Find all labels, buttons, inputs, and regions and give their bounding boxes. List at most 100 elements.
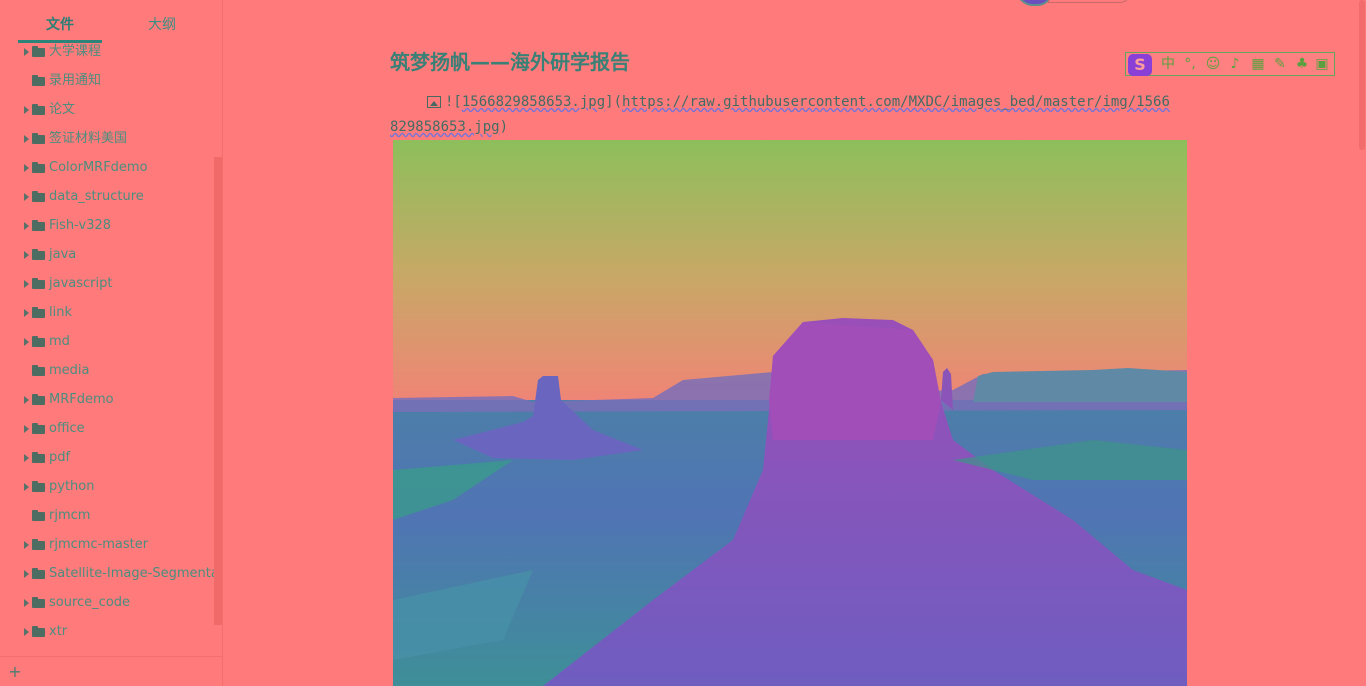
sidebar-folder-item[interactable]: javascript [0, 269, 214, 298]
folder-icon [32, 278, 45, 289]
folder-label: md [49, 334, 70, 349]
folder-icon [32, 423, 45, 434]
expand-arrow-icon[interactable] [24, 48, 29, 56]
folder-label: data_structure [49, 189, 144, 204]
sidebar-folder-item[interactable]: pdf [0, 443, 214, 472]
folder-icon [32, 365, 45, 376]
folder-icon [32, 46, 45, 57]
editor-scrollbar-thumb[interactable] [1359, 0, 1365, 150]
tab-outline[interactable]: 大纲 [120, 14, 204, 38]
expand-arrow-icon[interactable] [24, 193, 29, 201]
folder-label: rjmcmc-master [49, 537, 149, 552]
expand-arrow-icon[interactable] [24, 541, 29, 549]
expand-arrow-icon[interactable] [24, 106, 29, 114]
folder-label: java [49, 247, 77, 262]
expand-arrow-icon[interactable] [24, 599, 29, 607]
sidebar-folder-item[interactable]: data_structure [0, 182, 214, 211]
sidebar-folder-item[interactable]: source_code [0, 588, 214, 617]
folder-icon [32, 626, 45, 637]
mic-icon[interactable]: ♪ [1226, 55, 1244, 73]
folder-label: office [49, 421, 85, 436]
image-url-continued[interactable]: 829858653.jpg [390, 119, 500, 135]
image-markdown-source[interactable]: ![1566829858653.jpg](https://raw.githubu… [390, 90, 1190, 140]
sidebar-folder-item[interactable]: MRFdemo [0, 385, 214, 414]
sidebar-folder-item[interactable]: office [0, 414, 214, 443]
sidebar-scrollbar-thumb[interactable] [214, 157, 222, 625]
expand-arrow-icon[interactable] [24, 280, 29, 288]
sidebar-folder-item[interactable]: md [0, 327, 214, 356]
sidebar-folder-item[interactable]: 签证材料美国 [0, 124, 214, 153]
ime-toolbar[interactable]: S 中 °, ☺ ♪ ▦ ✎ ♣ ▣ [1125, 52, 1335, 76]
folder-icon [32, 133, 45, 144]
folder-label: link [49, 305, 72, 320]
folder-icon [32, 539, 45, 550]
sidebar-folder-item[interactable]: xtr [0, 617, 214, 646]
sidebar-folder-item[interactable]: 录用通知 [0, 66, 214, 95]
image-alt-text[interactable]: 1566829858653.jpg [462, 94, 605, 110]
expand-arrow-icon[interactable] [24, 309, 29, 317]
expand-arrow-icon[interactable] [24, 251, 29, 259]
folder-icon [32, 452, 45, 463]
image-url[interactable]: https://raw.githubusercontent.com/MXDC/i… [622, 94, 1170, 110]
editor-area[interactable]: 筑梦扬帆——海外研学报告 ![1566829858653.jpg](https:… [223, 0, 1366, 686]
sidebar-folder-item[interactable]: link [0, 298, 214, 327]
folder-icon [32, 481, 45, 492]
skin-icon[interactable]: ♣ [1292, 55, 1312, 73]
widget-pill [1048, 0, 1130, 3]
sidebar-folder-item[interactable]: python [0, 472, 214, 501]
folder-label: python [49, 479, 95, 494]
folder-label: media [49, 363, 90, 378]
expand-arrow-icon[interactable] [24, 135, 29, 143]
image-icon [427, 96, 441, 108]
folder-icon [32, 597, 45, 608]
folder-icon [32, 220, 45, 231]
folder-label: ColorMRFdemo [49, 160, 148, 175]
plus-icon[interactable]: + [8, 664, 22, 680]
folder-label: pdf [49, 450, 71, 465]
document-heading[interactable]: 筑梦扬帆——海外研学报告 [390, 46, 630, 75]
expand-arrow-icon[interactable] [24, 396, 29, 404]
folder-icon [32, 394, 45, 405]
sidebar-folder-item[interactable]: rjmcmc-master [0, 530, 214, 559]
sidebar-folder-item[interactable]: Satellite-Image-Segmentat [0, 559, 214, 588]
md-bracket-paren: ]( [605, 94, 623, 110]
sidebar-folder-item[interactable]: rjmcm [0, 501, 214, 530]
expand-arrow-icon[interactable] [24, 570, 29, 578]
sidebar: 文件 大纲 大学课程录用通知论文 签证材料美国 ColorMRFdemo data_s… [0, 0, 223, 686]
lang-toggle[interactable]: 中 [1158, 55, 1178, 73]
folder-icon [32, 307, 45, 318]
keyboard-icon[interactable]: ▦ [1248, 55, 1268, 73]
expand-arrow-icon[interactable] [24, 628, 29, 636]
folder-label: rjmcm [49, 508, 91, 523]
handwriting-icon[interactable]: ✎ [1270, 55, 1290, 73]
tab-files[interactable]: 文件 [18, 14, 102, 38]
expand-arrow-icon[interactable] [24, 164, 29, 172]
sidebar-folder-item[interactable]: 论文 [0, 95, 214, 124]
folder-label: 录用通知 [49, 73, 102, 88]
sidebar-folder-item[interactable]: Fish-v328 [0, 211, 214, 240]
expand-arrow-icon[interactable] [24, 483, 29, 491]
expand-arrow-icon[interactable] [24, 222, 29, 230]
folder-icon [32, 191, 45, 202]
folder-icon [32, 510, 45, 521]
sidebar-folder-item[interactable]: media [0, 356, 214, 385]
sidebar-folder-item[interactable]: java [0, 240, 214, 269]
folder-label: source_code [49, 595, 131, 610]
typora-window: 文件 大纲 大学课程录用通知论文 签证材料美国 ColorMRFdemo data_s… [0, 0, 1366, 686]
sogou-logo[interactable]: S [1128, 54, 1152, 76]
expand-arrow-icon[interactable] [24, 454, 29, 462]
sidebar-folder-item[interactable]: ColorMRFdemo [0, 153, 214, 182]
floating-widget[interactable] [1012, 0, 1132, 6]
folder-icon [32, 336, 45, 347]
emoji-icon[interactable]: ☺ [1204, 55, 1222, 73]
expand-arrow-icon[interactable] [24, 338, 29, 346]
sidebar-footer: + [0, 656, 222, 686]
desert-mesa-photo [393, 140, 1187, 686]
apps-icon[interactable]: ▣ [1312, 55, 1332, 73]
folder-icon [32, 568, 45, 579]
sidebar-folder-item[interactable]: 大学课程 [0, 38, 214, 66]
expand-arrow-icon[interactable] [24, 425, 29, 433]
punct-toggle[interactable]: °, [1181, 55, 1199, 73]
folder-label: javascript [49, 276, 113, 291]
embedded-image[interactable] [393, 140, 1187, 686]
